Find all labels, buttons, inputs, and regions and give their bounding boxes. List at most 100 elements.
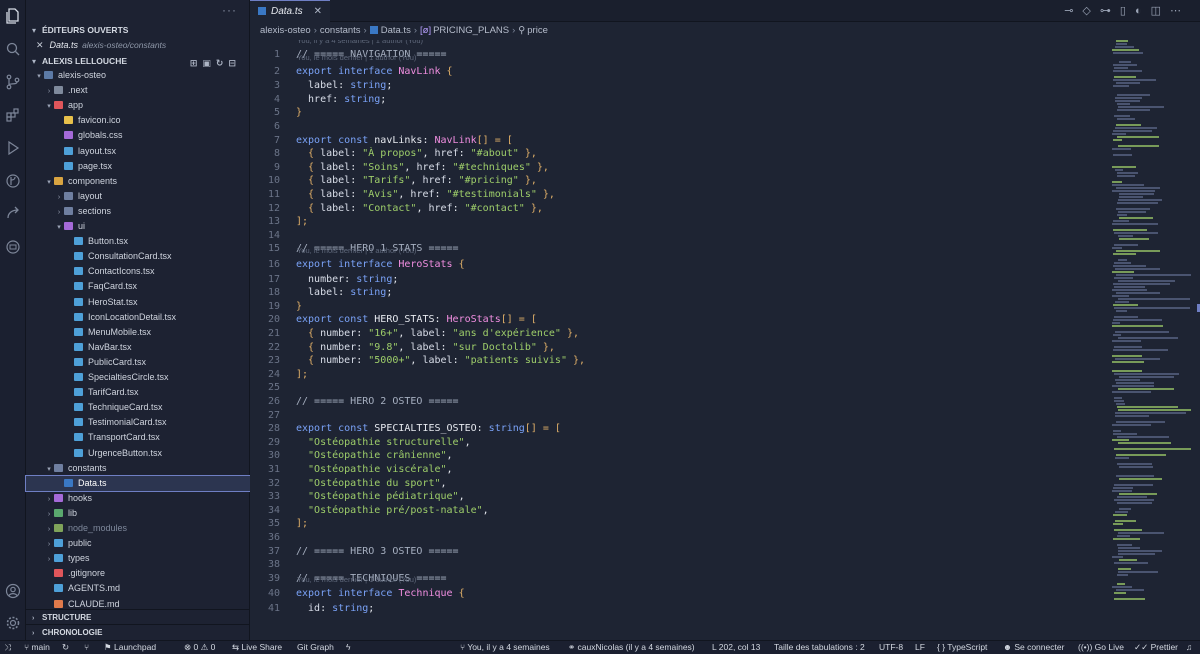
tree-item[interactable]: .gitignore	[26, 566, 250, 581]
tree-item[interactable]: HeroStat.tsx	[26, 295, 250, 310]
fork-icon[interactable]: ⑂	[84, 641, 89, 654]
tree-item[interactable]: › lib	[26, 506, 250, 521]
split-editor-icon[interactable]: ▯	[1120, 5, 1135, 17]
problems-status[interactable]: ⊗ 0 ⚠ 0	[184, 641, 215, 654]
tree-item[interactable]: ▾ constants	[26, 461, 250, 476]
tree-item[interactable]: TarifCard.tsx	[26, 385, 250, 400]
minimap-line	[1116, 40, 1128, 42]
minimap[interactable]	[1112, 40, 1198, 640]
compare-icon[interactable]: ◇	[1082, 5, 1099, 17]
tree-item[interactable]: › layout	[26, 189, 250, 204]
settings-gear-icon[interactable]	[5, 615, 21, 631]
breadcrumb-item[interactable]: Data.ts	[381, 25, 411, 36]
breadcrumb-item[interactable]: price	[527, 25, 548, 36]
gitlens-icon[interactable]	[5, 173, 21, 189]
tree-item[interactable]: ContactIcons.tsx	[26, 264, 250, 279]
close-icon[interactable]: ✕	[314, 1, 322, 22]
launchpad-status[interactable]: ⚑ Launchpad	[104, 641, 156, 654]
git-graph-status[interactable]: Git Graph	[297, 641, 334, 654]
minimap-line	[1114, 400, 1124, 402]
explorer-icon[interactable]	[5, 8, 21, 24]
author-status[interactable]: ⚭ cauxNicolas (il y a 4 semaines)	[568, 641, 695, 654]
tree-item[interactable]: ▾ alexis-osteo	[26, 68, 250, 83]
notifications-bell-icon[interactable]: ♫	[1186, 641, 1192, 654]
sync-icon[interactable]: ↻	[62, 641, 69, 654]
tree-item[interactable]: › types	[26, 551, 250, 566]
search-icon[interactable]	[5, 41, 21, 57]
branch-status[interactable]: ⑂ main	[24, 641, 50, 654]
tree-item[interactable]: globals.css	[26, 128, 250, 143]
more-actions-icon[interactable]: ···	[222, 3, 237, 17]
codelens-blame[interactable]: You, le mois dernier | 1 author (You)	[297, 574, 416, 585]
tree-item[interactable]: FaqCard.tsx	[26, 279, 250, 294]
tree-item[interactable]: ConsultationCard.tsx	[26, 249, 250, 264]
tree-item[interactable]: IconLocationDetail.tsx	[26, 310, 250, 325]
end-of-line[interactable]: LF	[915, 641, 925, 654]
tree-item[interactable]: Data.ts	[25, 474, 251, 492]
tree-item[interactable]: TransportCard.tsx	[26, 430, 250, 445]
breadcrumb-item[interactable]: constants	[320, 25, 361, 36]
open-editors-header[interactable]: ▾ ÉDITEURS OUVERTS	[26, 22, 249, 38]
live-share-status[interactable]: ⇆ Live Share	[232, 641, 282, 654]
extensions-icon[interactable]	[5, 107, 21, 123]
tree-item[interactable]: › public	[26, 536, 250, 551]
docker-icon[interactable]	[5, 239, 21, 255]
minimap-line	[1115, 46, 1134, 48]
tree-item[interactable]: favicon.ico	[26, 113, 250, 128]
open-editor-item[interactable]: ✕ Data.ts alexis-osteo/constants	[26, 38, 249, 53]
tree-item[interactable]: ▾ components	[26, 174, 250, 189]
tree-item[interactable]: TestimonialCard.tsx	[26, 415, 250, 430]
tree-item[interactable]: NavBar.tsx	[26, 340, 250, 355]
timeline-icon[interactable]: ⊸	[1064, 5, 1082, 17]
lightning-icon[interactable]: ϟ	[346, 641, 351, 654]
connect-status[interactable]: ☻ Se connecter	[1003, 641, 1064, 654]
structure-section[interactable]: › STRUCTURE	[26, 609, 250, 624]
run-debug-icon[interactable]	[5, 140, 21, 156]
tree-item[interactable]: ▾ ui	[26, 219, 250, 234]
tree-item[interactable]: TechniqueCard.tsx	[26, 400, 250, 415]
tree-item[interactable]: › node_modules	[26, 521, 250, 536]
new-file-icon[interactable]: ⊞	[190, 58, 203, 68]
tree-item[interactable]: › .next	[26, 83, 250, 98]
code-editor[interactable]: You, il y a 4 semaines | 1 author (You) 1…	[250, 40, 1110, 640]
codelens-blame[interactable]: You, il y a 4 semaines | 1 author (You)	[297, 40, 423, 46]
breadcrumb-item[interactable]: PRICING_PLANS	[433, 25, 509, 36]
tree-item[interactable]: UrgenceButton.tsx	[26, 446, 250, 461]
tree-item[interactable]: MenuMobile.tsx	[26, 325, 250, 340]
new-folder-icon[interactable]: ▣	[202, 58, 216, 68]
account-icon[interactable]	[5, 583, 21, 599]
codelens-blame[interactable]: You, le mois dernier | 1 author (You)	[297, 245, 416, 256]
tab-data-ts[interactable]: Data.ts ✕	[250, 0, 330, 22]
close-icon[interactable]: ✕	[36, 40, 44, 50]
collapse-all-icon[interactable]: ⊟	[228, 58, 241, 68]
gitlens-inspect-icon[interactable]: ◐	[1135, 5, 1151, 17]
tree-item-label: ui	[78, 221, 86, 231]
tree-item[interactable]: PublicCard.tsx	[26, 355, 250, 370]
timeline-section[interactable]: › CHRONOLOGIE	[26, 624, 250, 639]
tree-item[interactable]: › hooks	[26, 491, 250, 506]
tree-item[interactable]: layout.tsx	[26, 144, 250, 159]
tree-item[interactable]: page.tsx	[26, 159, 250, 174]
split-right-icon[interactable]: ◫	[1151, 5, 1170, 17]
source-control-icon[interactable]	[5, 74, 21, 90]
breadcrumb-item[interactable]: alexis-osteo	[260, 25, 311, 36]
tree-item[interactable]: SpecialtiesCircle.tsx	[26, 370, 250, 385]
open-changes-icon[interactable]: ⊶	[1100, 5, 1120, 17]
refresh-icon[interactable]: ↻	[216, 58, 229, 68]
blame-status[interactable]: ⑂ You, il y a 4 semaines	[460, 641, 550, 654]
language-mode[interactable]: { } TypeScript	[937, 641, 987, 654]
tree-item[interactable]: › sections	[26, 204, 250, 219]
workspace-header[interactable]: ▾ ALEXIS LELLOUCHE ⊞▣↻⊟	[26, 53, 249, 69]
go-live-status[interactable]: ((•)) Go Live	[1078, 641, 1124, 654]
tab-size[interactable]: Taille des tabulations : 2	[774, 641, 865, 654]
codelens-blame[interactable]: You, le mois dernier | 1 author (You)	[297, 52, 416, 63]
remote-icon[interactable]	[5, 206, 21, 222]
tree-item[interactable]: AGENTS.md	[26, 581, 250, 596]
tree-item[interactable]: Button.tsx	[26, 234, 250, 249]
prettier-status[interactable]: ✓✓ Prettier	[1134, 641, 1178, 654]
cursor-position[interactable]: L 202, col 13	[712, 641, 760, 654]
tree-item[interactable]: ▾ app	[26, 98, 250, 113]
encoding[interactable]: UTF-8	[879, 641, 903, 654]
remote-indicator-icon[interactable]: ⤨	[4, 641, 11, 654]
more-actions-icon[interactable]: ⋯	[1170, 5, 1190, 17]
